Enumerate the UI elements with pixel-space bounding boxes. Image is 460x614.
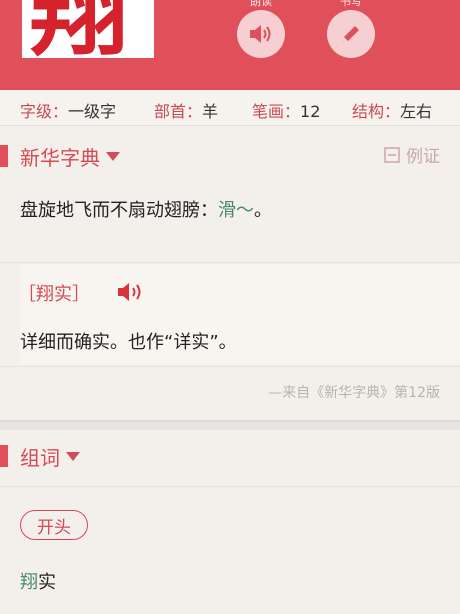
filter-start-button[interactable]: 开头 [20,510,88,540]
entry-definition: 详细而确实。也作“详实”。 [20,332,237,353]
section-separator [0,420,460,430]
words-section-header[interactable]: 组词 [0,436,460,476]
divider [0,366,460,367]
character-info-bar: 字级：一级字 部首：羊 笔画：12 结构：左右 [0,90,460,126]
definition-example: 滑～ [218,200,254,221]
write-caption: 书写 [340,0,362,8]
section-marker [0,445,8,467]
character-display: 翔 [22,0,154,58]
speaker-icon [250,25,271,43]
speaker-icon [118,283,141,301]
read-caption: 朗读 [250,0,272,8]
divider [0,486,460,487]
divider [0,262,460,263]
section-marker [0,145,8,167]
chevron-down-icon [66,451,80,461]
example-toggle-button[interactable]: 例证 [384,142,440,167]
definition-text: 盘旋地飞而不扇动翅膀：滑～。 [20,200,272,221]
pencil-icon [343,26,359,42]
word-item[interactable]: 翔实 [20,568,56,594]
info-level: 字级：一级字 [20,102,117,121]
character-header: 翔 朗读 书写 [0,0,460,90]
info-radical: 部首：羊 [154,102,219,121]
example-label: 例证 [406,147,440,167]
character-glyph: 翔 [30,0,129,58]
stroke-order-button[interactable] [327,10,375,58]
info-strokes: 笔画：12 [252,102,321,121]
section-title: 新华字典 [20,145,100,170]
entry-pronounce-button[interactable] [116,280,146,308]
source-note: —来自《新华字典》第12版 [268,385,440,401]
info-structure: 结构：左右 [352,102,433,121]
chevron-down-icon [106,151,120,161]
collapse-icon [384,146,400,163]
pronounce-button[interactable] [237,10,285,58]
section-title: 组词 [20,445,60,470]
entry-term[interactable]: ［翔实］ [18,280,90,306]
